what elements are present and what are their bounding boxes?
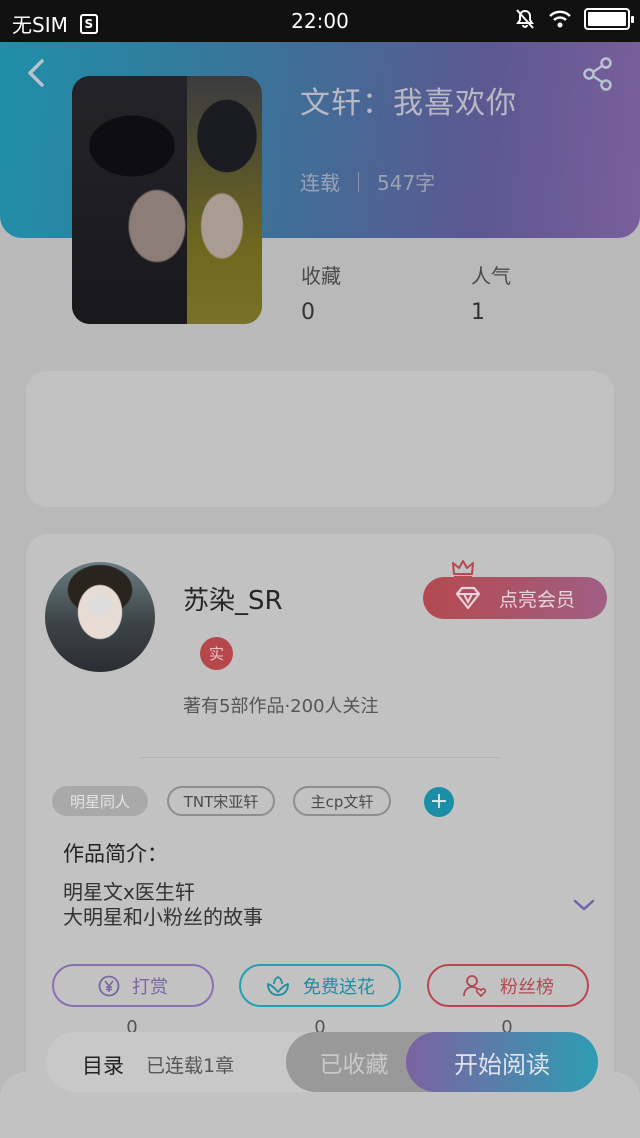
share-icon[interactable]: [580, 56, 616, 92]
chevron-left-icon[interactable]: [22, 56, 52, 90]
cover-figure-right: [187, 76, 262, 324]
author-meta: 著有5部作品·200人关注: [183, 696, 379, 717]
divider: [140, 757, 500, 758]
chevron-down-icon[interactable]: [572, 897, 596, 913]
intro-text: 明星文x医生轩 大明星和小粉丝的故事: [63, 880, 263, 930]
intro-title: 作品简介：: [63, 842, 168, 866]
word-count: 547字: [377, 171, 436, 195]
add-tag-icon[interactable]: +: [424, 787, 454, 817]
battery-icon: [584, 8, 634, 30]
toc-button[interactable]: 目录: [82, 1050, 124, 1080]
intro-line: 明星文x医生轩: [63, 880, 195, 904]
favorites-count: 0: [301, 300, 315, 325]
send-flower-button[interactable]: 免费送花: [239, 964, 401, 1007]
book-status-row: 连载 547字: [300, 167, 435, 196]
chapter-count-label: 已连载1章: [146, 1055, 235, 1077]
status-divider: [358, 171, 359, 192]
tag-chip[interactable]: 明星同人: [52, 786, 148, 816]
fans-ranking-button[interactable]: 粉丝榜: [427, 964, 589, 1007]
book-title: 文轩：我喜欢你: [300, 86, 517, 121]
empty-info-card: [26, 371, 614, 507]
bell-muted-icon: [516, 9, 534, 29]
start-reading-button[interactable]: 开始阅读: [406, 1032, 598, 1092]
popularity-label: 人气: [471, 264, 511, 288]
crown-icon: [452, 560, 474, 578]
favorites-label: 收藏: [301, 264, 341, 288]
status-bar: 无SIM S 22:00: [0, 0, 640, 42]
verified-badge: 实: [200, 637, 233, 670]
reward-label: 打赏: [132, 976, 168, 998]
tag-chip[interactable]: 主cp文轩: [293, 786, 391, 816]
vip-button[interactable]: 点亮会员: [423, 577, 607, 619]
send-flower-label: 免费送花: [303, 976, 375, 998]
book-cover-image[interactable]: [72, 76, 262, 324]
flower-icon: [267, 975, 289, 996]
author-name[interactable]: 苏染_SR: [183, 580, 283, 617]
yen-coin-icon: [98, 975, 120, 996]
reward-button[interactable]: 打赏: [52, 964, 214, 1007]
user-heart-icon: [463, 974, 487, 997]
intro-line: 大明星和小粉丝的故事: [63, 905, 263, 929]
vip-button-label: 点亮会员: [499, 588, 576, 611]
fans-ranking-label: 粉丝榜: [500, 976, 554, 998]
serial-status: 连载: [300, 171, 340, 195]
wifi-icon: [549, 10, 571, 28]
avatar[interactable]: [45, 562, 155, 672]
popularity-count: 1: [471, 300, 485, 325]
cover-figure-left: [72, 76, 192, 324]
tag-chip[interactable]: TNT宋亚轩: [167, 786, 275, 816]
diamond-icon: [455, 586, 481, 610]
